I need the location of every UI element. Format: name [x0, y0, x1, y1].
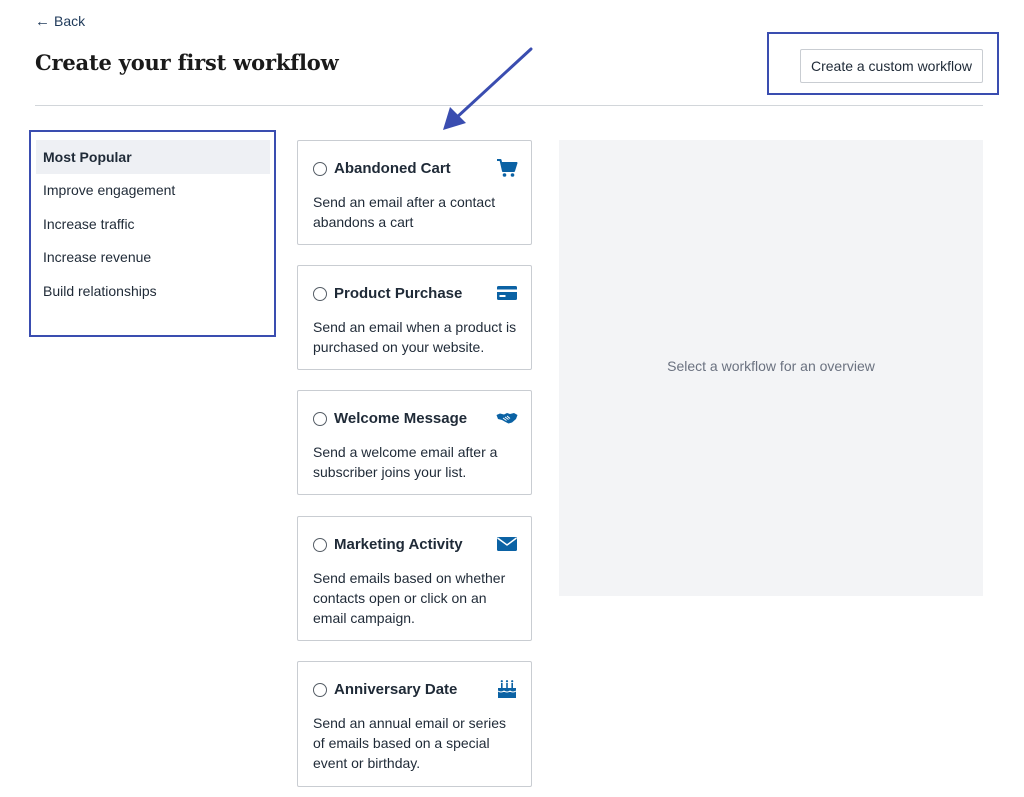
radio-button[interactable] [313, 411, 327, 426]
workflow-card-marketing-activity[interactable]: Marketing Activity Send emails based on … [297, 516, 532, 641]
workflow-card-anniversary-date[interactable]: Anniversary Date Send an annual email or… [297, 661, 532, 787]
workflow-description: Send an annual email or series of emails… [313, 715, 507, 771]
workflow-title: Abandoned Cart [334, 160, 451, 177]
workflow-title: Anniversary Date [334, 681, 458, 698]
workflow-card-welcome-message[interactable]: Welcome Message Send a welcome email aft… [297, 390, 532, 495]
workflow-description: Send an email after a contact abandons a… [313, 194, 496, 230]
sidebar-item-build-relationships[interactable]: Build relationships [36, 274, 270, 308]
radio-button[interactable] [313, 537, 327, 552]
workflow-title: Marketing Activity [334, 536, 463, 553]
arrow-left-icon: ← [35, 12, 50, 30]
workflow-description: Send a welcome email after a subscriber … [313, 444, 498, 480]
shopping-cart-icon [497, 159, 518, 177]
annotation-arrow-icon [443, 47, 533, 130]
birthday-cake-icon [497, 680, 517, 698]
credit-card-icon [497, 286, 517, 300]
workflow-overview-panel: Select a workflow for an overview [559, 140, 983, 596]
back-link[interactable]: ← Back [35, 13, 85, 29]
back-label: Back [54, 13, 86, 29]
workflow-card-product-purchase[interactable]: Product Purchase Send an email when a pr… [297, 265, 532, 370]
category-sidebar: Most Popular Improve engagement Increase… [36, 140, 270, 308]
workflow-description: Send emails based on whether contacts op… [313, 570, 506, 626]
workflow-title: Product Purchase [334, 285, 463, 302]
workflow-description: Send an email when a product is purchase… [313, 319, 517, 355]
radio-button[interactable] [313, 286, 327, 301]
create-custom-workflow-button[interactable]: Create a custom workflow [800, 49, 983, 83]
sidebar-item-improve-engagement[interactable]: Improve engagement [36, 174, 270, 208]
page-title: Create your first workflow [35, 50, 339, 75]
overview-placeholder-text: Select a workflow for an overview [667, 358, 875, 374]
handshake-icon [496, 413, 518, 424]
sidebar-item-increase-revenue[interactable]: Increase revenue [36, 241, 270, 275]
sidebar-item-increase-traffic[interactable]: Increase traffic [36, 207, 270, 241]
sidebar-item-most-popular[interactable]: Most Popular [36, 140, 270, 174]
radio-button[interactable] [313, 161, 327, 176]
workflow-title: Welcome Message [334, 410, 468, 427]
envelope-icon [497, 537, 517, 551]
workflow-card-abandoned-cart[interactable]: Abandoned Cart Send an email after a con… [297, 140, 532, 245]
radio-button[interactable] [313, 682, 327, 697]
